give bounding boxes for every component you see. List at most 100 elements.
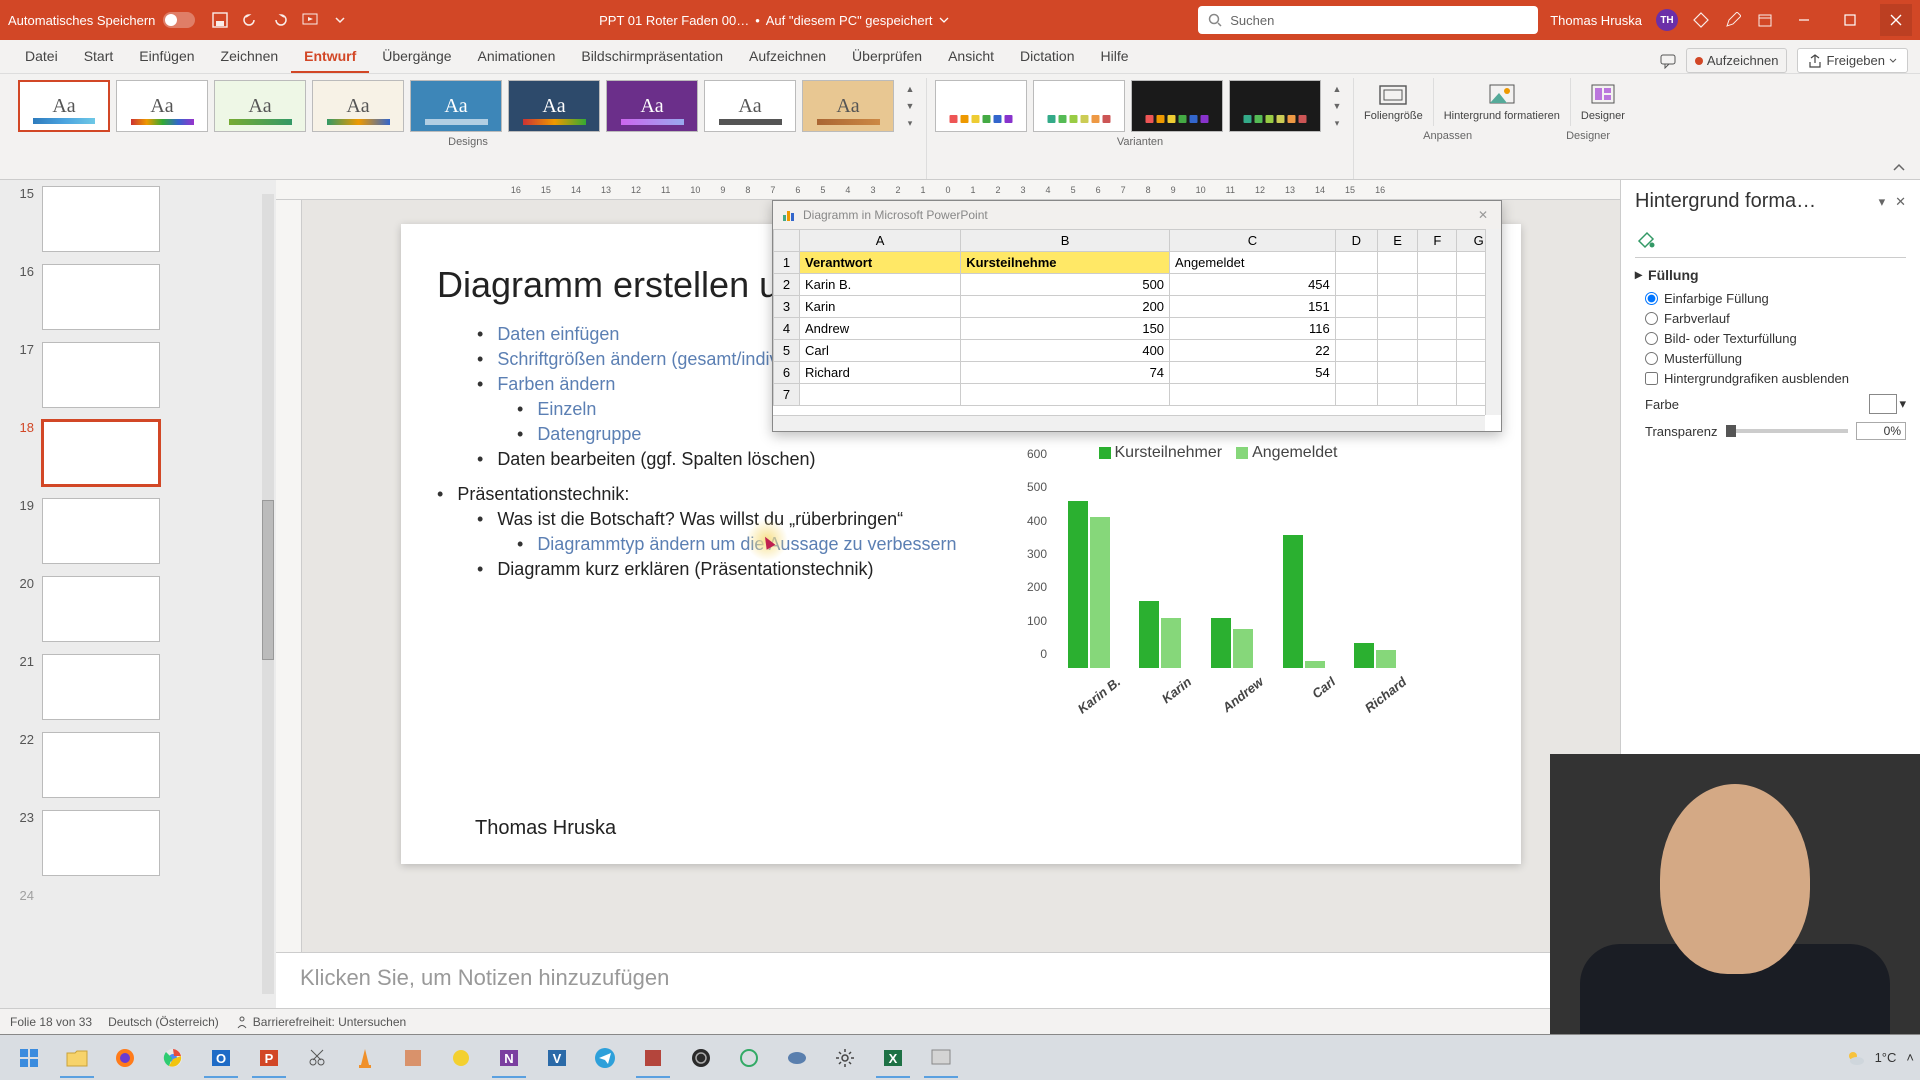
close-icon[interactable]: ✕ xyxy=(1895,194,1906,210)
ribbon-tab[interactable]: Überprüfen xyxy=(839,41,935,73)
snip-icon[interactable] xyxy=(294,1038,340,1078)
ribbon-tab[interactable]: Dictation xyxy=(1007,41,1087,73)
window-titlebar[interactable]: Diagramm in Microsoft PowerPoint ✕ xyxy=(773,201,1501,229)
transparency-value[interactable]: 0% xyxy=(1856,422,1906,440)
start-show-icon[interactable] xyxy=(301,11,319,29)
chrome-icon[interactable] xyxy=(150,1038,196,1078)
start-button[interactable] xyxy=(6,1038,52,1078)
explorer-icon[interactable] xyxy=(54,1038,100,1078)
design-theme[interactable]: Aa xyxy=(606,80,698,132)
more-qat-icon[interactable] xyxy=(331,11,349,29)
fill-gradient-option[interactable]: Farbverlauf xyxy=(1645,311,1906,326)
calendar-icon[interactable] xyxy=(1756,11,1774,29)
autosave-toggle[interactable] xyxy=(163,12,195,28)
design-theme[interactable]: Aa xyxy=(18,80,110,132)
slide-thumbnail[interactable]: 23 xyxy=(10,810,266,876)
minimize-button[interactable] xyxy=(1788,4,1820,36)
design-theme[interactable]: Aa xyxy=(214,80,306,132)
ribbon-tab[interactable]: Übergänge xyxy=(369,41,464,73)
document-name[interactable]: PPT 01 Roter Faden 00… xyxy=(599,13,749,28)
fill-picture-option[interactable]: Bild- oder Texturfüllung xyxy=(1645,331,1906,346)
design-theme[interactable]: Aa xyxy=(508,80,600,132)
slide-size-button[interactable]: Foliengröße xyxy=(1354,78,1434,126)
pen-icon[interactable] xyxy=(1724,11,1742,29)
designs-more[interactable]: ▲▼▾ xyxy=(902,80,918,132)
color-picker[interactable]: ▾ xyxy=(1869,394,1906,414)
onenote-icon[interactable]: N xyxy=(486,1038,532,1078)
redo-icon[interactable] xyxy=(271,11,289,29)
caret-down-icon[interactable]: ▸ xyxy=(1635,266,1642,283)
slide-thumbnail[interactable]: 18 xyxy=(10,420,266,486)
outlook-icon[interactable]: O xyxy=(198,1038,244,1078)
slide-thumbnail[interactable]: 15 xyxy=(10,186,266,252)
app-icon[interactable] xyxy=(630,1038,676,1078)
app-icon[interactable] xyxy=(726,1038,772,1078)
thumbnail-scrollbar[interactable] xyxy=(260,180,276,1008)
share-button[interactable]: Freigeben xyxy=(1797,48,1908,73)
telegram-icon[interactable] xyxy=(582,1038,628,1078)
notes-input[interactable]: Klicken Sie, um Notizen hinzuzufügen xyxy=(276,952,1620,1008)
language-label[interactable]: Deutsch (Österreich) xyxy=(108,1015,219,1029)
horizontal-scrollbar[interactable] xyxy=(773,415,1485,431)
chevron-down-icon[interactable] xyxy=(939,15,949,25)
design-theme[interactable]: Aa xyxy=(312,80,404,132)
app-icon[interactable]: V xyxy=(534,1038,580,1078)
slide-position[interactable]: Folie 18 von 33 xyxy=(10,1015,92,1029)
ribbon-tab[interactable]: Ansicht xyxy=(935,41,1007,73)
user-name[interactable]: Thomas Hruska xyxy=(1550,13,1642,28)
ribbon-collapse[interactable] xyxy=(1888,157,1910,179)
excel-icon[interactable]: X xyxy=(870,1038,916,1078)
slide-thumbnail[interactable]: 16 xyxy=(10,264,266,330)
ribbon-tab[interactable]: Animationen xyxy=(465,41,569,73)
avatar[interactable]: TH xyxy=(1656,9,1678,31)
design-theme[interactable]: Aa xyxy=(802,80,894,132)
app-icon[interactable] xyxy=(918,1038,964,1078)
chart-datasheet-window[interactable]: Diagramm in Microsoft PowerPoint ✕ ABCDE… xyxy=(772,200,1502,432)
variant-theme[interactable] xyxy=(1131,80,1223,132)
maximize-button[interactable] xyxy=(1834,4,1866,36)
format-background-button[interactable]: Hintergrund formatieren xyxy=(1434,78,1571,126)
designer-button[interactable]: Designer xyxy=(1571,78,1635,126)
ribbon-tab[interactable]: Start xyxy=(71,41,127,73)
record-button[interactable]: Aufzeichnen xyxy=(1686,48,1788,73)
hide-bg-graphics-option[interactable]: Hintergrundgrafiken ausblenden xyxy=(1645,371,1906,386)
search-input[interactable]: Suchen xyxy=(1198,6,1538,34)
app-icon[interactable] xyxy=(774,1038,820,1078)
data-grid[interactable]: ABCDEFG1VerantwortKursteilnehmeAngemelde… xyxy=(773,229,1501,406)
slide-thumbnail[interactable]: 19 xyxy=(10,498,266,564)
accessibility-checker[interactable]: Barrierefreiheit: Untersuchen xyxy=(235,1015,406,1029)
variant-theme[interactable] xyxy=(1229,80,1321,132)
powerpoint-icon[interactable]: P xyxy=(246,1038,292,1078)
slide-thumbnail[interactable]: 21 xyxy=(10,654,266,720)
save-icon[interactable] xyxy=(211,11,229,29)
slide-thumbnail[interactable]: 17 xyxy=(10,342,266,408)
ribbon-tab[interactable]: Zeichnen xyxy=(208,41,292,73)
chart[interactable]: KursteilnehmerAngemeldet 010020030040050… xyxy=(1011,444,1411,734)
variant-theme[interactable] xyxy=(1033,80,1125,132)
firefox-icon[interactable] xyxy=(102,1038,148,1078)
undo-icon[interactable] xyxy=(241,11,259,29)
comments-icon[interactable] xyxy=(1660,53,1676,69)
design-theme[interactable]: Aa xyxy=(116,80,208,132)
tray-chevron-icon[interactable]: ˄ xyxy=(1906,1050,1914,1065)
obs-icon[interactable] xyxy=(678,1038,724,1078)
ribbon-tab[interactable]: Hilfe xyxy=(1087,41,1141,73)
diamond-icon[interactable] xyxy=(1692,11,1710,29)
vlc-icon[interactable] xyxy=(342,1038,388,1078)
ribbon-tab[interactable]: Entwurf xyxy=(291,41,369,73)
fill-bucket-icon[interactable] xyxy=(1635,229,1657,251)
close-button[interactable] xyxy=(1880,4,1912,36)
ribbon-tab[interactable]: Datei xyxy=(12,41,71,73)
variant-theme[interactable] xyxy=(935,80,1027,132)
ribbon-tab[interactable]: Bildschirmpräsentation xyxy=(568,41,736,73)
settings-icon[interactable] xyxy=(822,1038,868,1078)
slide-canvas[interactable]: Diagramm erstellen und formati Daten ein… xyxy=(302,200,1620,952)
system-tray[interactable]: 1°C ˄ xyxy=(1845,1048,1914,1068)
chevron-down-icon[interactable]: ▾ xyxy=(1879,194,1886,210)
ribbon-tab[interactable]: Aufzeichnen xyxy=(736,41,839,73)
fill-solid-option[interactable]: Einfarbige Füllung xyxy=(1645,291,1906,306)
fill-pattern-option[interactable]: Musterfüllung xyxy=(1645,351,1906,366)
slide-thumbnail[interactable]: 22 xyxy=(10,732,266,798)
app-icon[interactable] xyxy=(390,1038,436,1078)
design-theme[interactable]: Aa xyxy=(410,80,502,132)
